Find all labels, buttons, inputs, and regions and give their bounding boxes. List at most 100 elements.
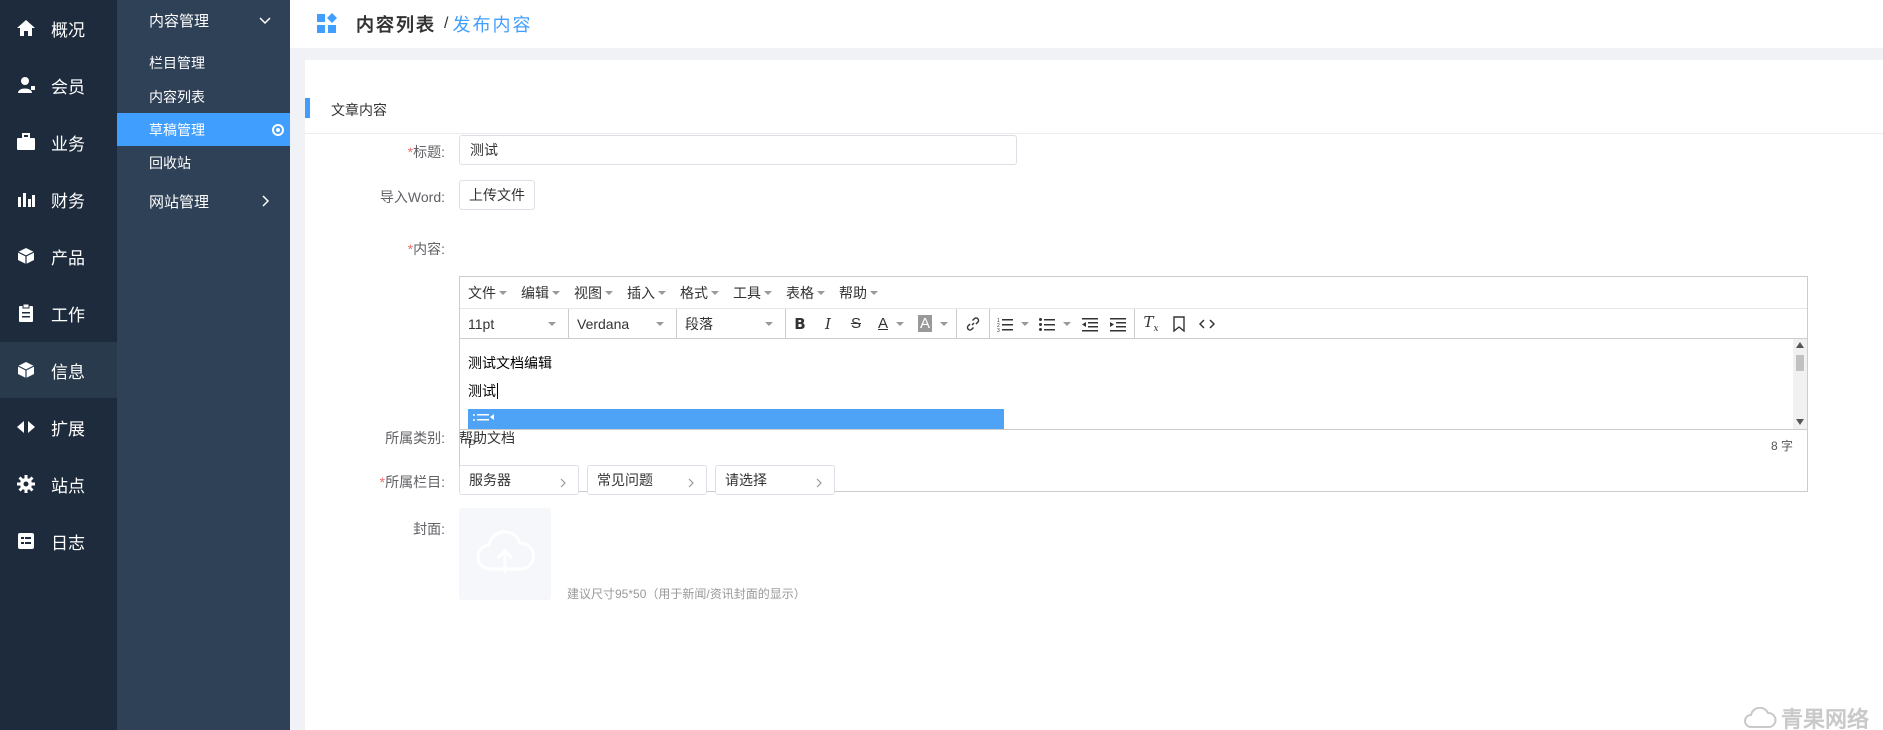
column-select-level1[interactable]: 服务器 <box>459 465 579 495</box>
caret-down-icon <box>940 321 948 326</box>
editor-statusbar: P 8 字 <box>460 429 1807 457</box>
link-icon[interactable] <box>959 309 987 339</box>
title-input[interactable]: 测试 <box>459 135 1017 165</box>
nav-item-logs[interactable]: 日志 <box>0 513 117 569</box>
selected-block <box>468 409 1004 429</box>
toolbar-separator <box>956 308 957 339</box>
background-color-icon[interactable]: A <box>912 309 954 339</box>
caret-down-icon <box>658 290 666 295</box>
editor-content-area[interactable]: 测试文档编辑 测试 <box>460 339 1807 429</box>
submenu-item-content-list[interactable]: 内容列表 <box>117 80 290 113</box>
bookmark-icon[interactable] <box>1165 309 1193 339</box>
toolbar-separator <box>989 308 990 339</box>
submenu-item-recycle-bin[interactable]: 回收站 <box>117 146 290 179</box>
menu-tools[interactable]: 工具 <box>733 283 772 303</box>
breadcrumb-current: 发布内容 <box>452 15 533 35</box>
chevron-right-icon <box>814 475 824 488</box>
nav-item-extensions[interactable]: 扩展 <box>0 399 117 455</box>
font-family-select[interactable]: Verdana <box>569 308 677 339</box>
category-value: 帮助文档 <box>459 430 515 446</box>
caret-down-icon <box>711 290 719 295</box>
column-select-level2[interactable]: 常见问题 <box>587 465 707 495</box>
active-indicator-icon <box>272 124 284 136</box>
column-select-level3[interactable]: 请选择 <box>715 465 835 495</box>
rich-text-editor: 文件 编辑 视图 插入 格式 工具 表格 帮助 11pt Verdana 段落 … <box>459 276 1808 492</box>
bold-icon[interactable]: B <box>786 309 814 339</box>
caret-down-icon <box>896 321 904 326</box>
clear-format-icon[interactable]: Tx <box>1137 309 1165 339</box>
submenu-item-drafts[interactable]: 草稿管理 <box>117 113 290 146</box>
title-label: *标题: <box>407 144 445 160</box>
breadcrumb-parent[interactable]: 内容列表 <box>356 11 436 37</box>
caret-down-icon <box>1063 321 1071 326</box>
menu-view[interactable]: 视图 <box>574 283 613 303</box>
scroll-down-icon <box>1796 419 1804 425</box>
word-count: 8 字 <box>1770 439 1793 453</box>
caret-down-icon <box>870 290 878 295</box>
numbered-list-icon[interactable]: 123 <box>992 309 1034 339</box>
submenu-group-label: 网站管理 <box>149 193 210 211</box>
cloud-logo-icon <box>1743 706 1777 729</box>
chevron-right-icon <box>258 194 272 208</box>
column-label: *所属栏目: <box>379 474 445 490</box>
nav-item-finance[interactable]: 财务 <box>0 171 117 227</box>
menu-file[interactable]: 文件 <box>468 283 507 303</box>
box-icon <box>15 245 37 267</box>
nav-item-members[interactable]: 会员 <box>0 57 117 113</box>
caret-down-icon <box>1021 321 1029 326</box>
cover-upload-box[interactable] <box>459 508 551 600</box>
svg-text:3: 3 <box>997 328 1000 332</box>
outdent-icon[interactable] <box>1076 309 1104 339</box>
menu-insert[interactable]: 插入 <box>627 283 666 303</box>
category-label: 所属类别: <box>385 430 445 446</box>
text-color-icon[interactable]: A <box>870 309 912 339</box>
caret-down-icon <box>764 290 772 295</box>
code-icon[interactable] <box>1193 309 1221 339</box>
nav-item-sites[interactable]: 站点 <box>0 456 117 512</box>
scrollbar-thumb[interactable] <box>1796 355 1804 371</box>
menu-edit[interactable]: 编辑 <box>521 283 560 303</box>
nav-item-info[interactable]: 信息 <box>0 342 117 398</box>
user-icon <box>15 74 37 96</box>
breadcrumb-separator: / <box>444 15 449 32</box>
content-label: *内容: <box>407 241 445 257</box>
nav-item-products[interactable]: 产品 <box>0 228 117 284</box>
content-line: 测试文档编辑 <box>468 355 552 371</box>
indent-icon[interactable] <box>1104 309 1132 339</box>
sub-menu: 内容管理 栏目管理 内容列表 草稿管理 回收站 网站管理 <box>117 0 290 730</box>
menu-format[interactable]: 格式 <box>680 283 719 303</box>
menu-table[interactable]: 表格 <box>786 283 825 303</box>
font-size-select[interactable]: 11pt <box>460 308 569 339</box>
nav-item-overview[interactable]: 概况 <box>0 0 117 56</box>
section-accent-bar <box>305 98 310 118</box>
menu-help[interactable]: 帮助 <box>839 283 878 303</box>
nav-label: 概况 <box>51 20 85 40</box>
bullet-list-icon[interactable] <box>1034 309 1076 339</box>
upload-file-button[interactable]: 上传文件 <box>459 180 535 210</box>
section-title: 文章内容 <box>331 102 387 118</box>
caret-down-icon <box>817 290 825 295</box>
submenu-group-label: 内容管理 <box>149 12 210 30</box>
clipboard-icon <box>15 302 37 324</box>
strikethrough-icon[interactable]: S <box>842 309 870 339</box>
italic-icon[interactable]: I <box>814 309 842 339</box>
caret-down-icon <box>548 321 556 326</box>
block-format-select[interactable]: 段落 <box>677 308 786 339</box>
submenu-group-content[interactable]: 内容管理 <box>117 0 290 40</box>
cloud-upload-icon <box>475 529 535 580</box>
nav-label: 业务 <box>51 134 85 154</box>
nav-item-business[interactable]: 业务 <box>0 114 117 170</box>
nav-item-work[interactable]: 工作 <box>0 285 117 341</box>
scroll-up-icon <box>1796 342 1804 348</box>
submenu-group-website[interactable]: 网站管理 <box>117 181 290 221</box>
chevron-right-icon <box>558 475 568 488</box>
submenu-item-columns[interactable]: 栏目管理 <box>117 46 290 79</box>
chevron-down-icon <box>258 13 272 27</box>
cover-label: 封面: <box>413 521 445 537</box>
watermark: 青果网络 <box>1743 702 1869 730</box>
content-panel: 文章内容 *标题: 测试 导入Word: 上传文件 *内容: 文件 编辑 视图 … <box>305 60 1883 730</box>
expand-arrows-icon <box>15 416 37 438</box>
editor-scrollbar[interactable] <box>1793 339 1807 429</box>
gear-icon <box>15 473 37 495</box>
apps-grid-icon <box>316 13 338 35</box>
